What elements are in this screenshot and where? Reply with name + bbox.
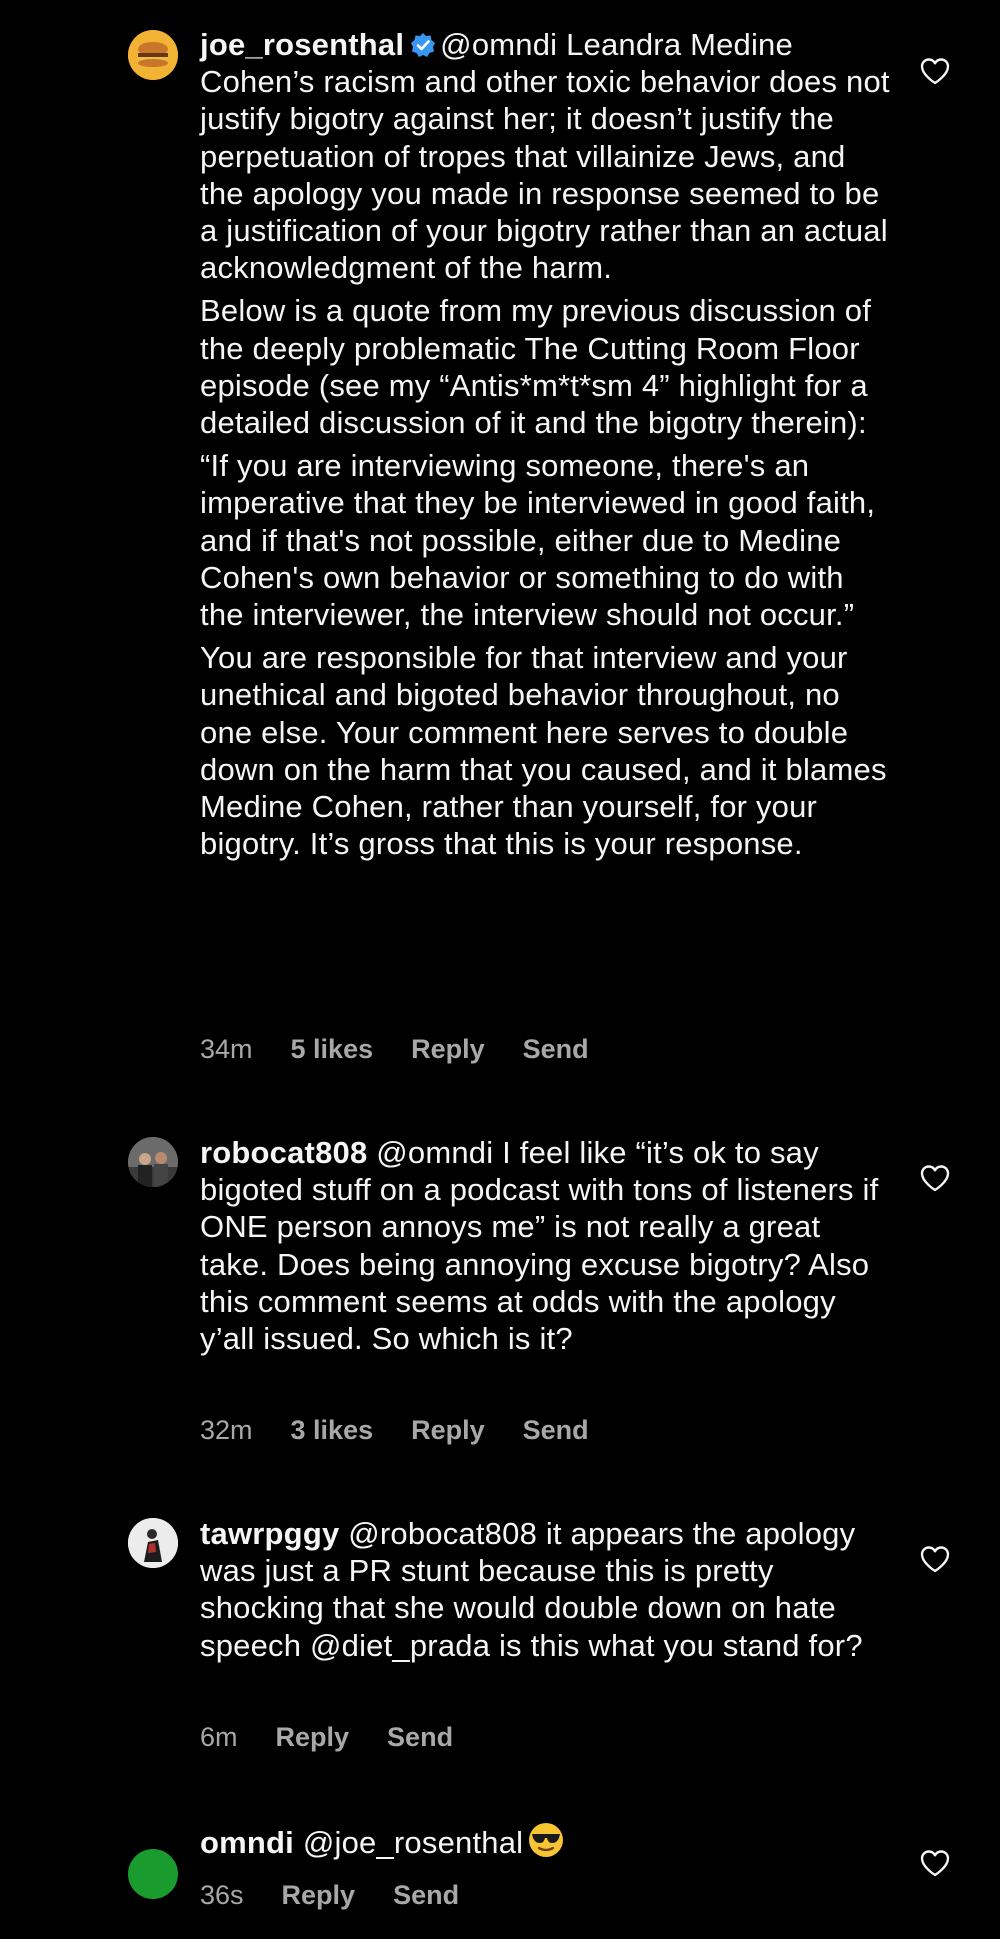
- comment-actions: 34m 5 likes Reply Send: [200, 1034, 627, 1065]
- avatar-robocat808[interactable]: [128, 1137, 178, 1187]
- comment-paragraph: You are responsible for that interview a…: [200, 640, 887, 862]
- send-button[interactable]: Send: [387, 1722, 453, 1752]
- reply-button[interactable]: Reply: [276, 1722, 350, 1752]
- send-button[interactable]: Send: [523, 1034, 589, 1064]
- username[interactable]: omndi: [200, 1825, 294, 1860]
- heart-icon[interactable]: [920, 1164, 950, 1192]
- comment-time: 6m: [200, 1722, 238, 1752]
- comment-paragraph: Below is a quote from my previous discus…: [200, 293, 872, 441]
- comment-actions: 6m Reply Send: [200, 1722, 491, 1753]
- heart-icon[interactable]: [920, 57, 950, 85]
- reply-button[interactable]: Reply: [282, 1880, 356, 1910]
- heart-icon[interactable]: [920, 1545, 950, 1573]
- username[interactable]: joe_rosenthal: [200, 27, 404, 62]
- comment-time: 32m: [200, 1415, 253, 1445]
- comment-time: 34m: [200, 1034, 253, 1064]
- burger-avatar-image: [128, 30, 178, 80]
- username[interactable]: robocat808: [200, 1135, 367, 1170]
- comment-text: @joe_rosenthal: [302, 1825, 524, 1860]
- photo-avatar-image: [128, 1137, 178, 1187]
- username[interactable]: tawrpggy: [200, 1516, 339, 1551]
- comment-time: 36s: [200, 1880, 244, 1910]
- avatar-tawrpggy[interactable]: [128, 1518, 178, 1568]
- photo-avatar-image: [128, 1518, 178, 1568]
- comment-paragraph: “If you are interviewing someone, there'…: [200, 448, 876, 633]
- send-button[interactable]: Send: [393, 1880, 459, 1910]
- comment-actions: 36s Reply Send: [200, 1880, 497, 1911]
- sunglasses-emoji: [529, 1823, 564, 1857]
- comment-text: @omndi Leandra Medine Cohen’s racism and…: [200, 27, 890, 286]
- verified-badge-icon: [411, 33, 436, 57]
- comment-actions: 32m 3 likes Reply Send: [200, 1415, 627, 1446]
- likes-count[interactable]: 5 likes: [291, 1034, 374, 1064]
- likes-count[interactable]: 3 likes: [291, 1415, 374, 1445]
- heart-icon[interactable]: [920, 1849, 950, 1877]
- send-button[interactable]: Send: [523, 1415, 589, 1445]
- reply-button[interactable]: Reply: [411, 1034, 485, 1064]
- avatar-omndi[interactable]: [128, 1849, 178, 1899]
- reply-button[interactable]: Reply: [411, 1415, 485, 1445]
- avatar-joe-rosenthal[interactable]: [128, 30, 178, 80]
